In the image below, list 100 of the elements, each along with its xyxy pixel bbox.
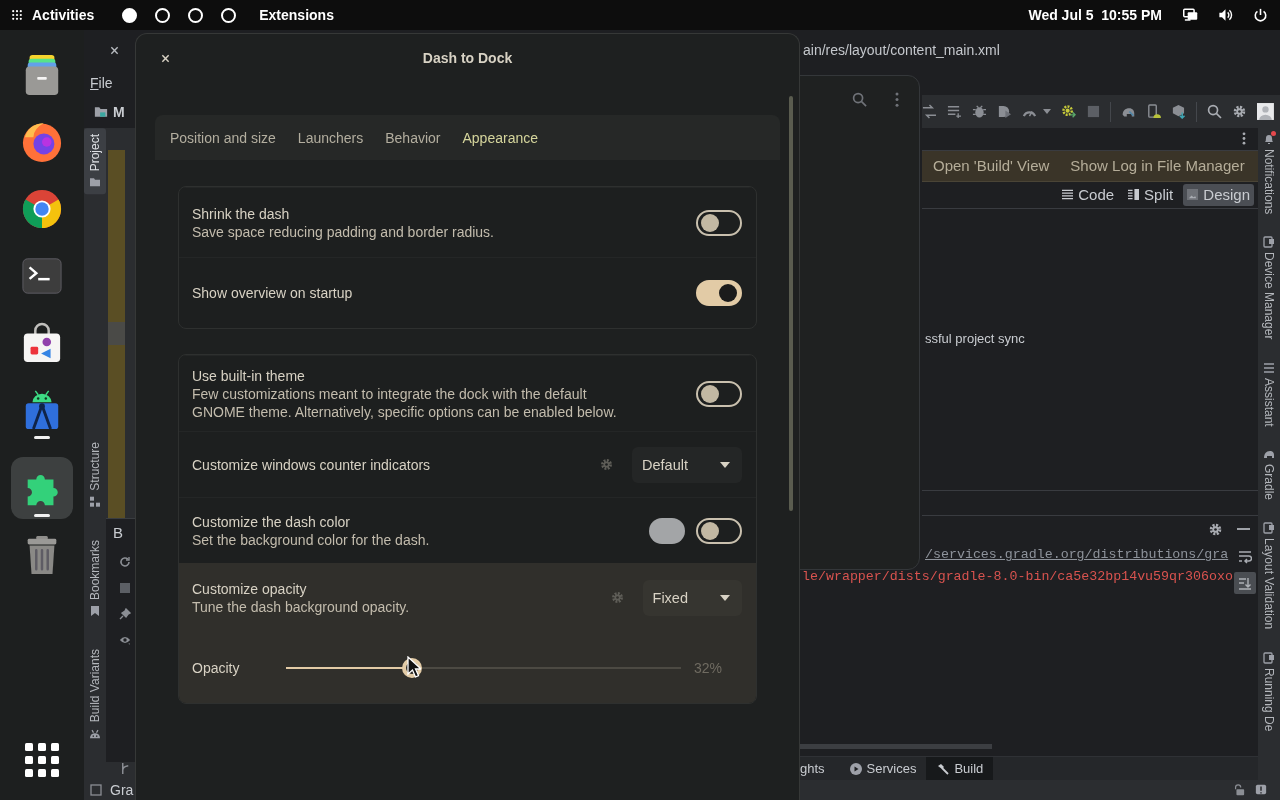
- volume-icon[interactable]: [1218, 8, 1233, 22]
- hammer-icon: [937, 762, 950, 775]
- setting-description: Few customizations meant to integrate the dock with the default GNOME theme. Alternatively, specific options can be enabled below.: [192, 384, 618, 421]
- scroll-to-end-icon[interactable]: [1234, 572, 1257, 595]
- search-icon[interactable]: [852, 92, 867, 107]
- device-icon: [1263, 522, 1275, 535]
- tool-tab[interactable]: Services: [838, 757, 927, 780]
- power-icon[interactable]: [1253, 8, 1268, 22]
- bug-icon[interactable]: [971, 104, 987, 119]
- tricolor-circle-icon: [21, 188, 63, 230]
- fox-globe-icon: [21, 121, 63, 163]
- bell-icon: [1263, 133, 1275, 145]
- toggle-switch[interactable]: [696, 209, 742, 236]
- scrollbar[interactable]: [108, 322, 125, 345]
- view-mode-button[interactable]: Code: [1058, 183, 1119, 206]
- setting-title: Show overview on startup: [192, 284, 354, 302]
- toggle-switch[interactable]: [696, 517, 742, 544]
- tab[interactable]: Launchers: [297, 129, 364, 146]
- view-mode-button[interactable]: Split: [1124, 183, 1178, 206]
- dropdown[interactable]: Default: [632, 446, 742, 483]
- phone-icon[interactable]: [1146, 104, 1162, 119]
- branch-icon[interactable]: [120, 762, 131, 775]
- tool-window-button[interactable]: Layout Validation: [1262, 522, 1276, 630]
- console-link[interactable]: /services.gradle.org/distributions/gra: [925, 544, 1229, 567]
- setting-title: Customize the dash color: [192, 512, 351, 531]
- clock-button[interactable]: Wed Jul 5 10:55 PM: [1028, 0, 1162, 30]
- tab[interactable]: Behavior: [385, 129, 441, 146]
- menu-item[interactable]: File: [90, 74, 113, 91]
- pin-icon[interactable]: [118, 608, 131, 620]
- workspace-indicator[interactable]: [221, 7, 237, 23]
- shopping-bag-icon: [21, 322, 63, 364]
- search-icon[interactable]: [1207, 104, 1223, 119]
- stop-icon[interactable]: [118, 582, 131, 594]
- workspace-indicator[interactable]: [122, 7, 138, 23]
- more-icon[interactable]: [1242, 132, 1246, 146]
- folder-icon: [94, 105, 108, 118]
- picture-icon: [1187, 189, 1199, 201]
- setting-title: Customize windows counter indicators: [192, 455, 432, 474]
- banner-link[interactable]: Open 'Build' View: [933, 157, 1050, 175]
- setting-title: Customize opacity: [192, 579, 308, 598]
- caret-icon: [720, 461, 730, 468]
- settings-icon[interactable]: [1232, 104, 1248, 119]
- tool-window-button[interactable]: Device Manager: [1262, 236, 1276, 340]
- dock-item[interactable]: [11, 457, 73, 519]
- dome-icon: [1263, 448, 1275, 461]
- tab[interactable]: Appearance: [462, 129, 538, 146]
- window-title: ain/res/layout/content_main.xml: [802, 42, 1001, 58]
- soft-wrap-icon[interactable]: [1238, 550, 1253, 565]
- close-icon[interactable]: [110, 45, 119, 55]
- workspace-indicator[interactable]: [155, 7, 171, 23]
- tool-window-button[interactable]: Assistant: [1262, 361, 1276, 427]
- refresh-icon[interactable]: [118, 556, 131, 568]
- tool-window-button[interactable]: Structure: [84, 436, 106, 514]
- app-menu[interactable]: Extensions: [259, 0, 334, 30]
- tool-window-button[interactable]: Gradle: [1262, 448, 1276, 501]
- tool-tab[interactable]: Build: [926, 757, 994, 780]
- settings-icon[interactable]: [1208, 521, 1223, 537]
- tool-window-button[interactable]: Bookmarks: [84, 533, 106, 623]
- view-mode-button[interactable]: Design: [1183, 183, 1254, 206]
- setting-description: Save space reducing padding and border radius.: [192, 222, 495, 241]
- activities-button[interactable]: Activities: [0, 0, 95, 30]
- mouse-pointer-icon: [407, 656, 421, 678]
- terminal-icon: [21, 255, 63, 297]
- banner-link[interactable]: Show Log in File Manager: [1070, 157, 1245, 175]
- workspace-indicator[interactable]: [188, 7, 204, 23]
- arrows-icon[interactable]: [922, 104, 937, 119]
- app-grid-icon: [25, 743, 59, 777]
- tool-window-button[interactable]: Notifications: [1262, 133, 1276, 215]
- list-icon: [1263, 361, 1275, 374]
- dropdown[interactable]: Fixed: [642, 579, 742, 616]
- device-icon: [1263, 651, 1275, 664]
- close-icon[interactable]: [161, 54, 170, 63]
- cube-icon[interactable]: [1171, 104, 1187, 119]
- split-icon: [1128, 189, 1140, 201]
- tool-window-button[interactable]: Project: [84, 128, 106, 195]
- eye-icon[interactable]: [118, 634, 131, 646]
- dialog-title: Dash to Dock: [422, 50, 513, 66]
- bookmark-icon: [89, 604, 101, 617]
- tab[interactable]: Position and size: [170, 129, 276, 146]
- tool-window-button[interactable]: Running De: [1262, 651, 1276, 732]
- display-icon[interactable]: [1183, 8, 1198, 22]
- setting-title: Use built-in theme: [192, 366, 306, 385]
- list-icon[interactable]: [946, 104, 962, 119]
- setting-description: Tune the dash background opacity.: [192, 597, 411, 616]
- warning-icon[interactable]: [1255, 784, 1267, 796]
- tool-tab[interactable]: ghts: [800, 757, 839, 780]
- scrollbar[interactable]: [800, 744, 992, 750]
- scrollbar[interactable]: [789, 96, 793, 511]
- color-swatch-icon[interactable]: [649, 517, 685, 544]
- tool-window-button[interactable]: Build Variants: [84, 642, 106, 745]
- device-icon: [1263, 236, 1275, 249]
- more-icon[interactable]: [895, 92, 899, 107]
- lines-icon: [1062, 189, 1074, 201]
- panel-title: B: [113, 524, 123, 541]
- toggle-switch[interactable]: [696, 280, 742, 306]
- square-icon[interactable]: [90, 784, 102, 796]
- unlock-icon[interactable]: [1233, 784, 1245, 796]
- breadcrumb-item[interactable]: M: [113, 103, 125, 120]
- caret-icon[interactable]: [1042, 109, 1051, 114]
- toggle-switch[interactable]: [696, 380, 742, 407]
